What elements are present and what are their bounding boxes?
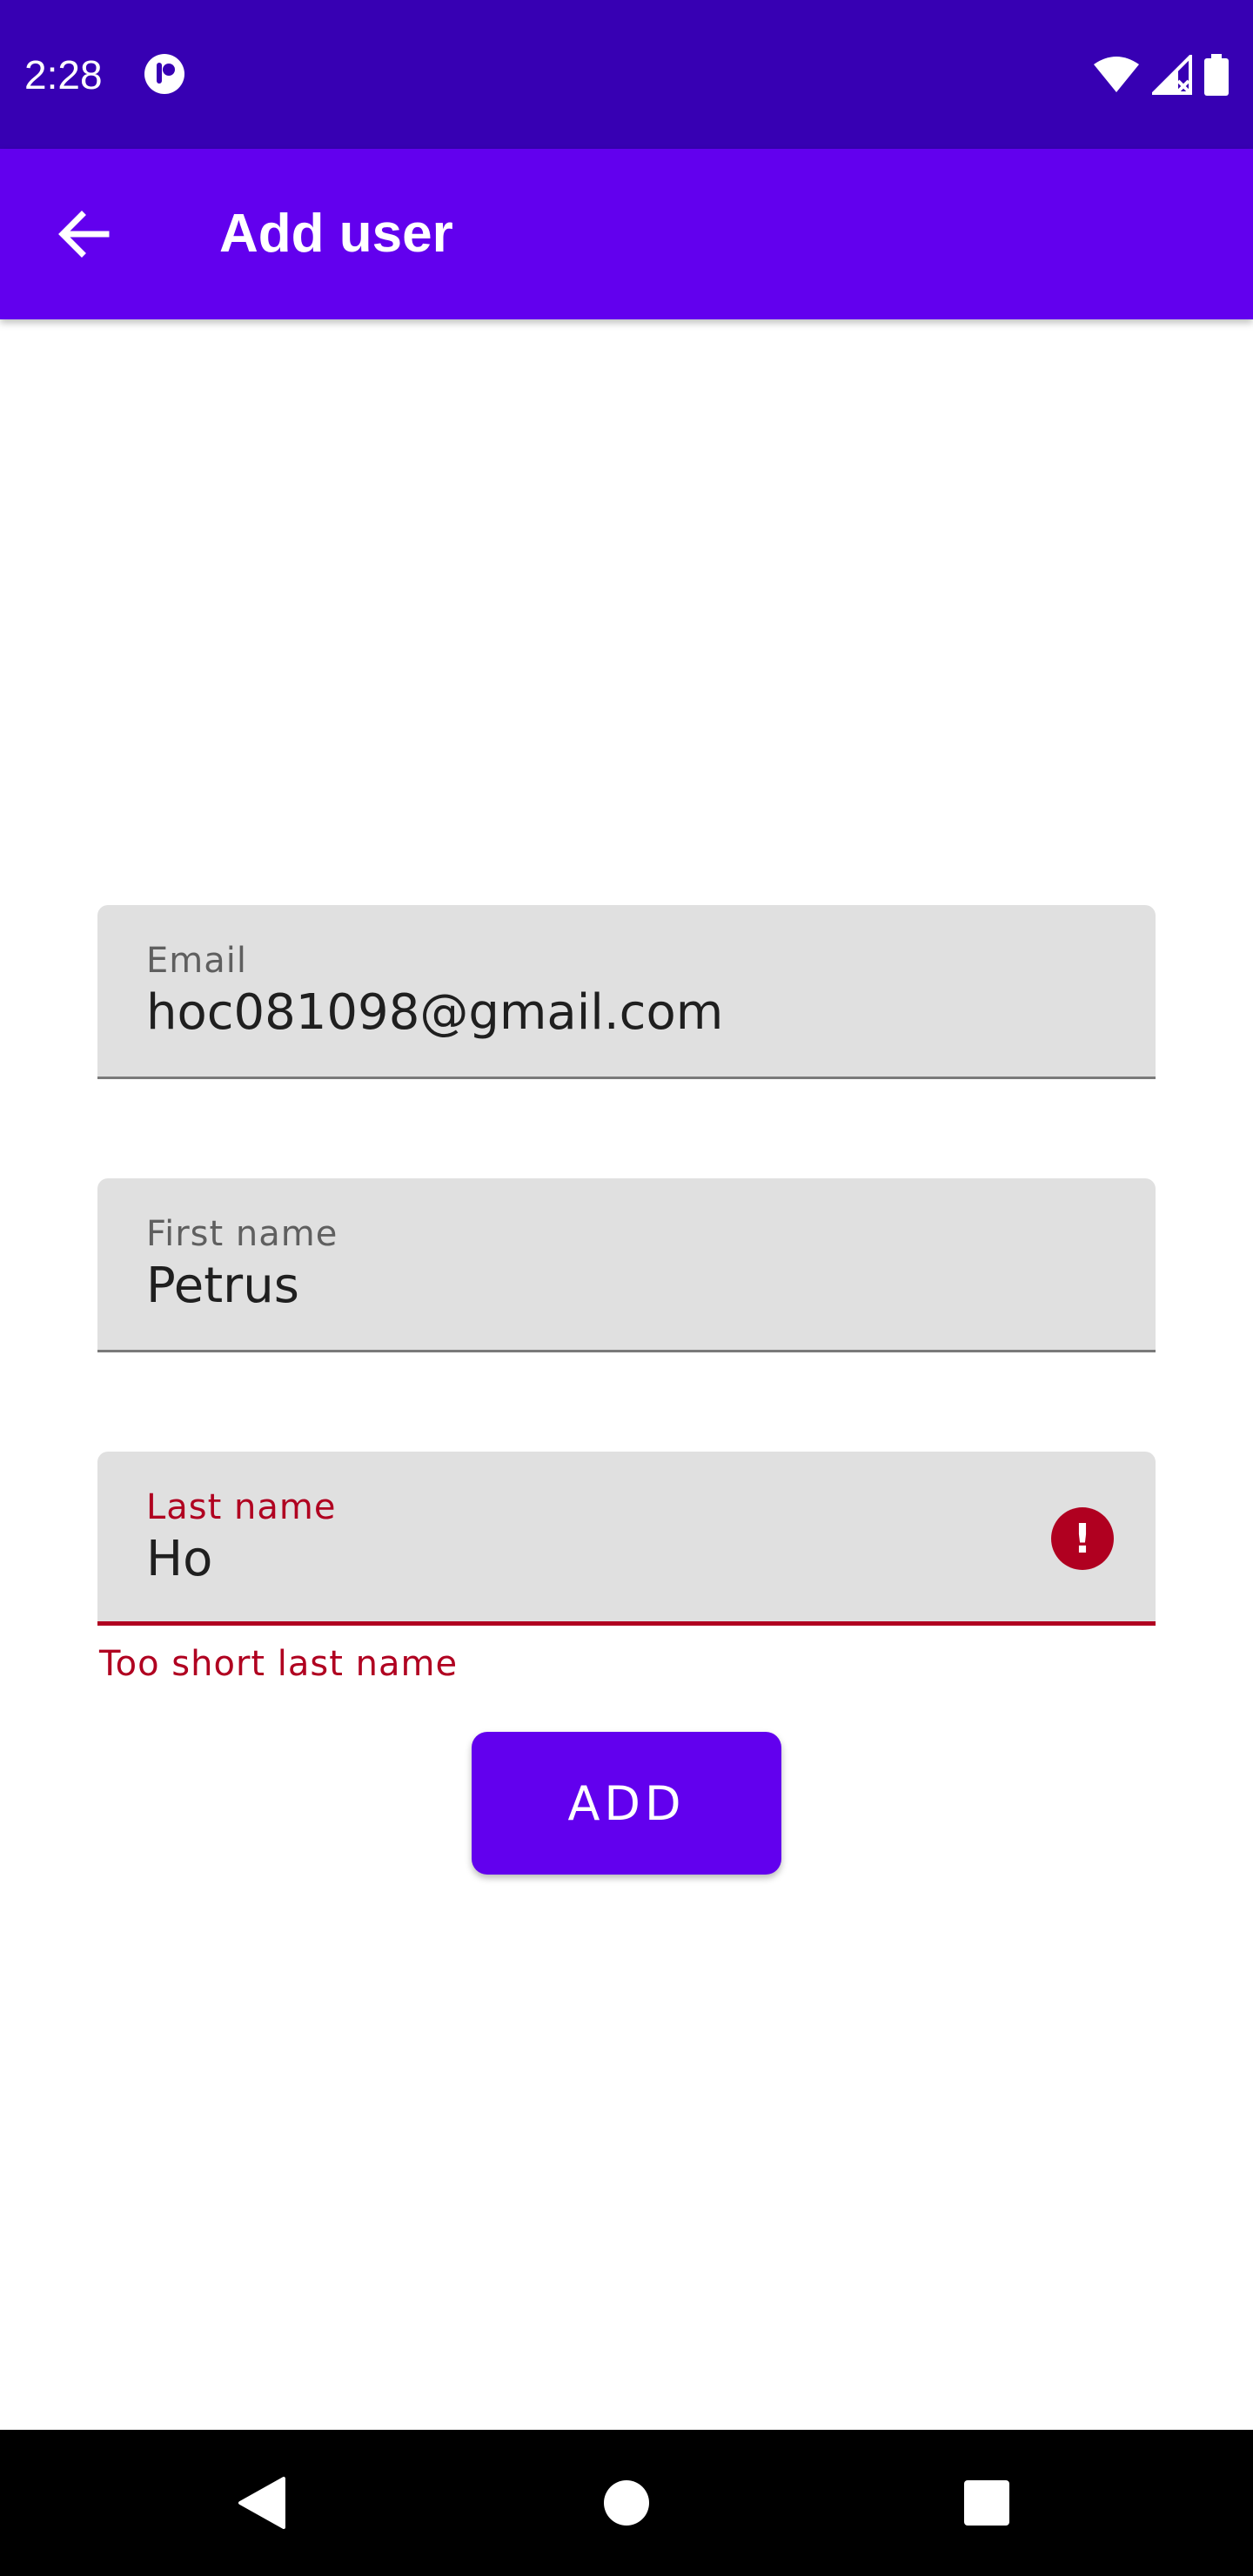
recents-square-icon bbox=[964, 2480, 1009, 2526]
add-user-screen: 2:28 Add user Email hoc081098@gmail.com … bbox=[0, 0, 1253, 2576]
first-name-input[interactable]: Petrus bbox=[146, 1255, 1051, 1318]
last-name-error-text: Too short last name bbox=[99, 1644, 459, 1684]
back-triangle-icon bbox=[238, 2477, 285, 2529]
app-notification-icon bbox=[144, 54, 184, 94]
last-name-field[interactable]: Last name Ho ! bbox=[97, 1452, 1156, 1626]
email-input[interactable]: hoc081098@gmail.com bbox=[146, 982, 1051, 1044]
battery-icon bbox=[1204, 54, 1229, 96]
last-name-input[interactable]: Ho bbox=[146, 1528, 1051, 1591]
email-field[interactable]: Email hoc081098@gmail.com bbox=[97, 905, 1156, 1079]
last-name-label: Last name bbox=[146, 1487, 337, 1527]
nav-back-button[interactable] bbox=[218, 2459, 305, 2546]
app-bar: Add user bbox=[0, 149, 1253, 319]
page-title: Add user bbox=[219, 204, 453, 264]
home-circle-icon bbox=[604, 2480, 649, 2526]
first-name-label: First name bbox=[146, 1214, 338, 1254]
first-name-field[interactable]: First name Petrus bbox=[97, 1178, 1156, 1352]
status-time: 2:28 bbox=[24, 52, 103, 97]
navigation-bar bbox=[0, 2430, 1253, 2576]
wifi-icon bbox=[1094, 57, 1139, 92]
status-icons bbox=[1093, 52, 1229, 97]
status-bar: 2:28 bbox=[0, 0, 1253, 149]
error-icon: ! bbox=[1051, 1507, 1114, 1570]
email-label: Email bbox=[146, 941, 247, 981]
nav-recents-button[interactable] bbox=[943, 2459, 1030, 2546]
signal-icon bbox=[1152, 55, 1192, 95]
arrow-back-icon bbox=[58, 211, 110, 258]
nav-home-button[interactable] bbox=[583, 2459, 670, 2546]
back-button[interactable] bbox=[42, 192, 125, 276]
add-button[interactable]: ADD bbox=[472, 1732, 781, 1875]
